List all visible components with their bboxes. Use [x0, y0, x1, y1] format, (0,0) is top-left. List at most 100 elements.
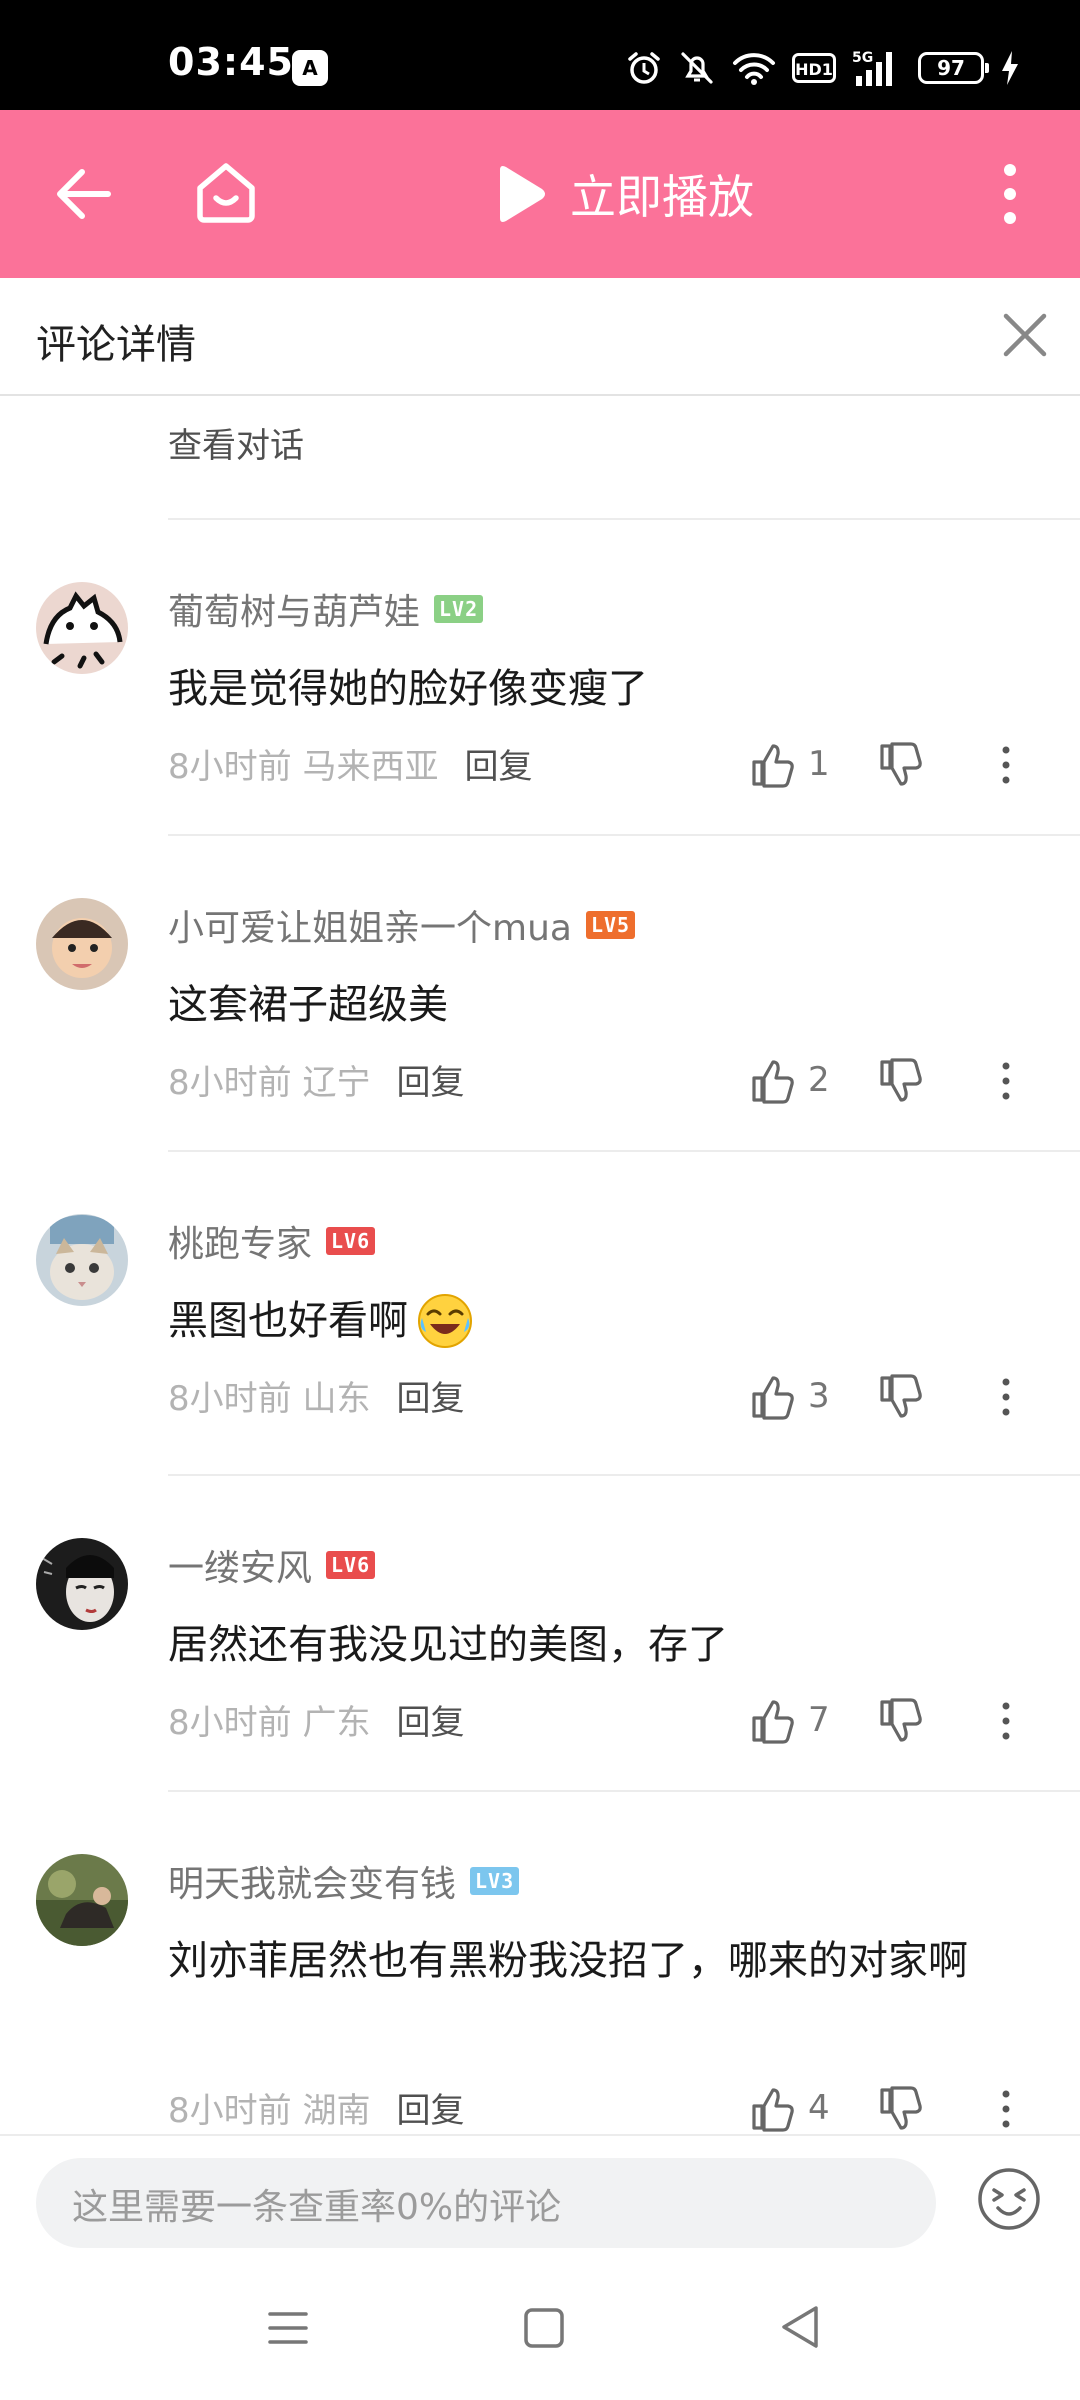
thumbs-down-icon[interactable]	[878, 2086, 924, 2132]
thumbs-down-icon[interactable]	[878, 1698, 924, 1744]
more-vertical-icon[interactable]	[986, 1058, 1026, 1104]
back-arrow-icon[interactable]	[48, 158, 120, 230]
close-icon[interactable]	[992, 302, 1058, 368]
comment-item: 桃跑专家 LV6 黑图也好看啊 8小时前 山东 回复 3	[0, 1204, 1080, 1464]
system-nav-bar	[0, 2264, 1080, 2400]
comment-user-row: 一缕安风 LV6	[168, 1538, 376, 1592]
comment-text: 这套裙子超级美	[168, 982, 448, 1028]
comment-meta: 8小时前 山东 回复	[168, 1370, 464, 1420]
thumbs-up-icon[interactable]	[750, 2086, 796, 2132]
avatar[interactable]	[36, 1538, 128, 1630]
username[interactable]: 葡萄树与葫芦娃	[168, 583, 420, 635]
status-time: 03:45	[168, 40, 294, 84]
like-count: 3	[808, 1376, 830, 1416]
thumbs-down-icon[interactable]	[878, 1058, 924, 1104]
reply-button[interactable]: 回复	[396, 2083, 464, 2132]
comment-detail-header: 评论详情	[0, 278, 1080, 396]
more-vertical-icon[interactable]	[986, 1698, 1026, 1744]
level-badge: LV6	[326, 1551, 376, 1579]
thumbs-up-icon[interactable]	[750, 742, 796, 788]
signal-5g-icon: 5G	[852, 50, 892, 86]
reply-button[interactable]: 回复	[396, 1055, 464, 1104]
comment-text: 刘亦菲居然也有黑粉我没招了，哪来的对家啊	[168, 1938, 968, 1984]
comment-input[interactable]: 这里需要一条查重率0%的评论	[36, 2158, 936, 2248]
comment-meta: 8小时前 湖南 回复	[168, 2082, 464, 2132]
comment-time-location: 8小时前 辽宁	[168, 1062, 371, 1103]
comment-text: 黑图也好看啊	[168, 1298, 408, 1344]
thumbs-down-icon[interactable]	[878, 742, 924, 788]
comment-user-row: 葡萄树与葫芦娃 LV2	[168, 582, 484, 636]
comment-text-row: 黑图也好看啊	[168, 1286, 1048, 1356]
avatar[interactable]	[36, 582, 128, 674]
comment-time-location: 8小时前 山东	[168, 1378, 371, 1419]
more-vertical-icon[interactable]	[986, 742, 1026, 788]
thumbs-up-icon[interactable]	[750, 1058, 796, 1104]
avatar[interactable]	[36, 1214, 128, 1306]
comment-text: 居然还有我没见过的美图，存了	[168, 1622, 728, 1668]
level-badge: LV2	[434, 595, 484, 623]
home-icon[interactable]	[190, 156, 262, 228]
comment-input-placeholder: 这里需要一条查重率0%的评论	[72, 2187, 562, 2228]
thumbs-up-icon[interactable]	[750, 1698, 796, 1744]
reply-button[interactable]: 回复	[396, 1371, 464, 1420]
comment-user-row: 桃跑专家 LV6	[168, 1214, 376, 1268]
divider	[168, 518, 1080, 520]
divider	[168, 1474, 1080, 1476]
mute-icon	[681, 52, 713, 84]
charging-icon	[1002, 51, 1018, 85]
comment-actions: 2	[750, 1058, 1080, 1118]
comment-actions: 1	[750, 742, 1080, 802]
comment-actions: 7	[750, 1698, 1080, 1758]
play-now-label: 立即播放	[570, 170, 754, 224]
comment-text: 我是觉得她的脸好像变瘦了	[168, 666, 648, 712]
username[interactable]: 桃跑专家	[168, 1215, 312, 1267]
username[interactable]: 小可爱让姐姐亲一个mua	[168, 899, 572, 951]
comment-item: 葡萄树与葫芦娃 LV2 我是觉得她的脸好像变瘦了 8小时前 马来西亚 回复 1	[0, 572, 1080, 832]
comment-item: 明天我就会变有钱 LV3 刘亦菲居然也有黑粉我没招了，哪来的对家啊 8小时前 湖…	[0, 1844, 1080, 2134]
wifi-icon	[733, 53, 775, 85]
more-vertical-icon[interactable]	[986, 2086, 1026, 2132]
emoji-icon[interactable]	[976, 2166, 1042, 2232]
comment-meta: 8小时前 广东 回复	[168, 1694, 464, 1744]
hd-icon: HD1	[792, 53, 836, 83]
comment-item: 一缕安风 LV6 居然还有我没见过的美图，存了 8小时前 广东 回复 7	[0, 1528, 1080, 1788]
avatar[interactable]	[36, 1854, 128, 1946]
more-vertical-icon[interactable]	[980, 158, 1040, 230]
triangle-back-icon[interactable]	[776, 2302, 824, 2352]
comment-time-location: 8小时前 广东	[168, 1702, 371, 1743]
battery-icon: 97	[918, 52, 989, 84]
reply-button[interactable]: 回复	[396, 1695, 464, 1744]
network-text: 5G	[852, 50, 873, 66]
alarm-icon	[628, 52, 660, 84]
comment-actions: 3	[750, 1374, 1080, 1434]
like-count: 1	[808, 744, 830, 784]
like-count: 2	[808, 1060, 830, 1100]
divider	[168, 834, 1080, 836]
comment-meta: 8小时前 马来西亚 回复	[168, 738, 532, 788]
thumbs-down-icon[interactable]	[878, 1374, 924, 1420]
divider	[168, 1150, 1080, 1152]
status-bar: 03:45 A HD1 5G 97	[0, 0, 1080, 110]
more-vertical-icon[interactable]	[986, 1374, 1026, 1420]
laughing-emoji-icon	[418, 1294, 472, 1348]
hd-text: HD1	[795, 60, 833, 79]
status-icons: HD1 5G 97	[626, 46, 1020, 90]
thumbs-up-icon[interactable]	[750, 1374, 796, 1420]
play-icon	[500, 166, 545, 222]
square-home-icon[interactable]	[520, 2304, 568, 2352]
divider	[168, 1790, 1080, 1792]
avatar[interactable]	[36, 898, 128, 990]
ai-badge-icon: A	[292, 50, 328, 86]
like-count: 4	[808, 2088, 830, 2128]
level-badge: LV3	[470, 1867, 520, 1895]
username[interactable]: 明天我就会变有钱	[168, 1855, 456, 1907]
comment-actions: 4	[750, 2086, 1080, 2134]
reply-button[interactable]: 回复	[464, 739, 532, 788]
comment-meta: 8小时前 辽宁 回复	[168, 1054, 464, 1104]
username[interactable]: 一缕安风	[168, 1539, 312, 1591]
menu-icon[interactable]	[264, 2304, 312, 2352]
play-now-button[interactable]: 立即播放	[492, 156, 754, 232]
view-conversation-link[interactable]: 查看对话	[168, 418, 304, 467]
page-title: 评论详情	[36, 322, 196, 368]
comment-time-location: 8小时前 湖南	[168, 2090, 371, 2131]
